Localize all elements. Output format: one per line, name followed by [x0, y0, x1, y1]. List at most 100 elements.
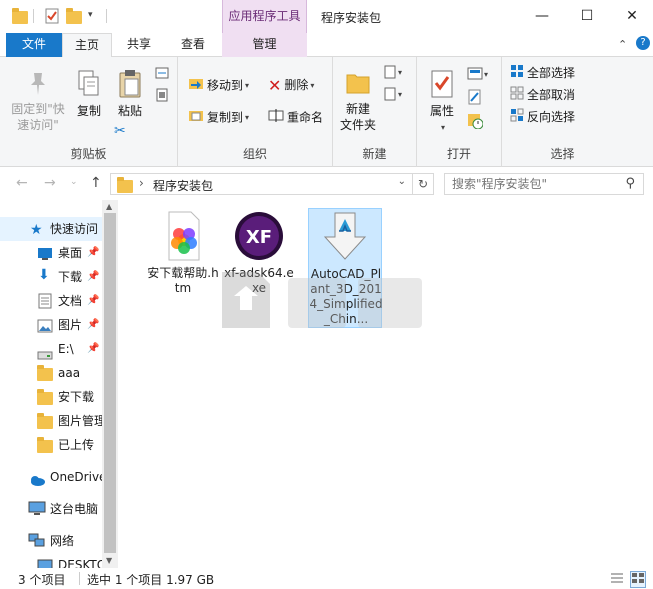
new-item-icon[interactable]: ▾ [383, 65, 405, 82]
nav-item-picture-management[interactable]: 图片管理 [0, 409, 102, 433]
nav-item-documents[interactable]: 文档 📌 [0, 289, 102, 313]
minimize-button[interactable]: — [519, 0, 565, 32]
nav-item-downloads[interactable]: ⬇ 下载 📌 [0, 265, 102, 289]
paste-button[interactable]: 粘贴 [112, 69, 148, 119]
title-bar: ▾ 应用程序工具 程序安装包 — ☐ ✕ [0, 0, 653, 33]
ribbon: 固定到"快 速访问" 复制 粘贴 ✂ 剪贴板 移动到 ▾ 复制到 ▾ ✕ 删除 ▾ [0, 57, 653, 167]
navigation-pane: ★ 快速访问 桌面 📌 ⬇ 下载 📌 文档 📌 图片 📌 E:\ 📌 aaa 安… [0, 200, 118, 568]
select-all-icon [510, 64, 524, 84]
close-button[interactable]: ✕ [609, 0, 653, 32]
tab-file[interactable]: 文件 [6, 33, 62, 57]
back-arrow-icon[interactable]: ← [16, 175, 28, 191]
details-view-icon[interactable] [610, 572, 624, 587]
maximize-button[interactable]: ☐ [564, 0, 610, 32]
properties-icon [431, 70, 453, 98]
scroll-up-arrow-icon[interactable]: ▲ [106, 202, 112, 211]
download-arrow-icon: ⬇ [38, 267, 50, 283]
select-none-icon [510, 86, 524, 106]
open-icon[interactable]: ▾ [467, 67, 491, 84]
svg-text:▾: ▾ [398, 90, 402, 99]
customize-quick-access-icon[interactable]: ▾ [88, 10, 104, 26]
cut-icon[interactable] [155, 67, 169, 82]
autodesk-installer-icon [323, 212, 367, 260]
desktop-icon [37, 245, 53, 265]
copy-to-icon [188, 107, 204, 129]
pin-icon: 📌 [87, 295, 100, 306]
nav-item-anxiazai[interactable]: 安下载 [0, 385, 102, 409]
address-dropdown-icon[interactable]: ⌄ [398, 176, 406, 187]
collapse-ribbon-icon[interactable]: ⌃ [618, 38, 627, 51]
clipboard-group-label: 剪贴板 [70, 147, 107, 161]
refresh-button[interactable]: ↻ [413, 173, 434, 195]
forward-arrow-icon[interactable]: → [44, 175, 56, 191]
divider [79, 572, 80, 585]
drive-icon [37, 344, 53, 361]
pin-icon: 📌 [87, 343, 100, 354]
select-group: 全部选择 全部取消 反向选择 选择 [502, 57, 653, 167]
properties-button[interactable]: 属性 ▾ [425, 69, 459, 136]
tab-home[interactable]: 主页 [62, 33, 112, 58]
folder-icon [37, 437, 53, 453]
tab-manage[interactable]: 管理 [222, 33, 307, 57]
nav-desktop-pc[interactable]: DESKTO [0, 553, 102, 568]
navigation-bar: ← → ⌄ ↑ › 程序安装包 ⌄ ↻ ⚲ [0, 168, 653, 200]
svg-text:▾: ▾ [484, 70, 488, 79]
pin-quick-access-button[interactable]: 固定到"快 速访问" [6, 69, 70, 133]
invert-selection-icon [510, 108, 524, 128]
history-icon[interactable] [467, 113, 484, 132]
nav-item-pictures[interactable]: 图片 📌 [0, 313, 102, 337]
nav-this-pc[interactable]: 这台电脑 [0, 497, 102, 521]
scissors-icon[interactable]: ✂ [114, 123, 126, 139]
window-title: 程序安装包 [321, 11, 382, 25]
file-item[interactable]: 安下载帮助.htm [146, 208, 220, 308]
nav-item-drive-e[interactable]: E:\ 📌 [0, 337, 102, 361]
selection-info: 选中 1 个项目 1.97 GB [87, 573, 215, 587]
status-bar: 3 个项目 选中 1 个项目 1.97 GB [0, 568, 653, 589]
tab-share[interactable]: 共享 [116, 33, 162, 57]
edit-icon[interactable] [467, 89, 483, 108]
recent-locations-icon[interactable]: ⌄ [70, 177, 78, 187]
copy-path-icon[interactable] [155, 88, 169, 105]
copy-icon [78, 70, 99, 96]
pin-icon: 📌 [87, 271, 100, 282]
nav-item-desktop[interactable]: 桌面 📌 [0, 241, 102, 265]
file-name: 安下载帮助.htm [147, 266, 219, 295]
nav-quick-access[interactable]: ★ 快速访问 [0, 217, 102, 241]
computer-icon [37, 557, 53, 568]
search-input[interactable] [445, 174, 620, 194]
paste-icon [119, 70, 141, 98]
search-icon[interactable]: ⚲ [625, 176, 635, 191]
new-folder-quick-icon[interactable] [66, 8, 82, 24]
copy-button[interactable]: 复制 [72, 69, 106, 119]
large-icons-view-icon[interactable] [630, 571, 646, 588]
dropdown-arrow-icon: ▾ [245, 81, 250, 90]
nav-network[interactable]: 网络 [0, 529, 102, 553]
network-icon [28, 533, 46, 553]
rename-button[interactable]: 重命名 [268, 107, 323, 127]
copy-to-button[interactable]: 复制到 ▾ [188, 107, 249, 127]
select-group-label: 选择 [550, 147, 575, 161]
search-box[interactable]: ⚲ [444, 173, 644, 195]
properties-check-icon[interactable] [44, 8, 60, 24]
move-to-icon [188, 75, 204, 97]
nav-item-uploaded[interactable]: 已上传 [0, 433, 102, 457]
easy-access-icon[interactable]: ▾ [383, 87, 405, 104]
select-all-button[interactable]: 全部选择 [510, 63, 575, 83]
invert-selection-button[interactable]: 反向选择 [510, 107, 575, 127]
new-folder-button[interactable]: 新建 文件夹 [339, 69, 377, 133]
nav-scrollbar-thumb[interactable] [104, 213, 116, 553]
tab-view[interactable]: 查看 [170, 33, 216, 57]
new-folder-icon [346, 74, 370, 94]
help-icon[interactable]: ? [636, 36, 650, 50]
delete-button[interactable]: ✕ 删除 ▾ [268, 75, 314, 95]
folder-icon [37, 389, 53, 405]
nav-item-aaa[interactable]: aaa [0, 361, 102, 385]
select-none-button[interactable]: 全部取消 [510, 85, 575, 105]
address-bar[interactable]: › 程序安装包 ⌄ [110, 173, 413, 195]
dropdown-arrow-icon: ▾ [310, 80, 315, 90]
scroll-down-arrow-icon[interactable]: ▼ [106, 556, 112, 565]
move-to-button[interactable]: 移动到 ▾ [188, 75, 249, 95]
nav-onedrive[interactable]: OneDrive [0, 465, 102, 489]
breadcrumb-current[interactable]: 程序安装包 [153, 177, 213, 194]
up-arrow-icon[interactable]: ↑ [90, 175, 102, 191]
